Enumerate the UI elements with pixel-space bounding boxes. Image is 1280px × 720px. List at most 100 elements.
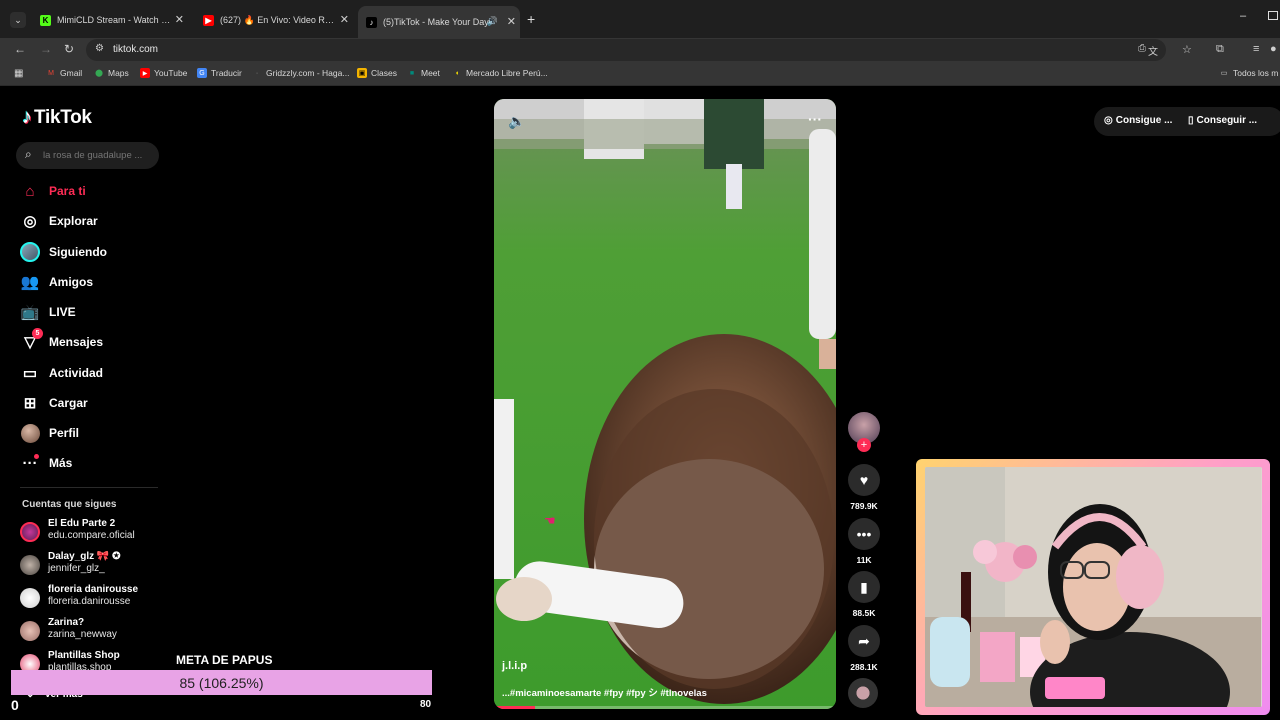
following-name: floreria danirousse: [48, 584, 139, 595]
bookmark-count: 88.5K: [852, 608, 876, 618]
bookmark-gridzzly[interactable]: · Gridzzly.com - Haga...: [252, 68, 350, 78]
nav-cargar[interactable]: ⊞ Cargar: [20, 391, 88, 415]
video-caption[interactable]: ...#micaminoesamarte #fpy #fpy シ #tlnove…: [502, 685, 707, 699]
profile-icon[interactable]: ●: [1270, 43, 1277, 55]
following-handle: edu.compare.oficial: [48, 530, 135, 541]
install-app-icon[interactable]: ⎙: [1138, 43, 1146, 54]
message-badge: 5: [32, 328, 43, 339]
get-coins-button[interactable]: ◎ Consigue ...: [1104, 115, 1172, 126]
nav-label: Más: [49, 456, 73, 470]
follow-plus-icon[interactable]: +: [857, 438, 871, 452]
nav-siguiendo[interactable]: Siguiendo: [20, 240, 107, 264]
gmail-icon: M: [48, 69, 54, 77]
close-tab-icon[interactable]: ✕: [175, 13, 184, 26]
following-avatar-icon: [20, 242, 40, 262]
bookmark-label: Mercado Libre Perú...: [466, 68, 548, 78]
following-item[interactable]: Dalay_glz 🎀 ✪ jennifer_glz_: [20, 551, 121, 575]
goal-max: 80: [420, 699, 432, 710]
video-player[interactable]: 🔈 ··· ☚ j.l.i.p ...#micaminoesamarte #fp…: [494, 99, 836, 709]
reading-list-icon[interactable]: ≡: [1253, 43, 1259, 55]
nav-label: Para ti: [49, 184, 86, 198]
translate-icon: G: [197, 68, 207, 78]
speaker-icon[interactable]: 🔊: [487, 16, 498, 27]
nav-mensajes[interactable]: ▽ 5 Mensajes: [20, 328, 103, 354]
nav-perfil[interactable]: Perfil: [20, 421, 79, 445]
coin-icon: ◎: [1104, 115, 1113, 126]
nav-label: Siguiendo: [49, 245, 107, 259]
maximize-icon[interactable]: [1268, 11, 1278, 20]
bookmarks-bar: ▦ M Gmail ⬤ Maps ▶ YouTube G Traducir · Gridz…: [0, 64, 1280, 86]
nav-label: Actividad: [49, 366, 104, 380]
nav-amigos[interactable]: 👥 Amigos: [20, 270, 93, 294]
search-input[interactable]: [43, 147, 153, 163]
comment-button[interactable]: ••• 11K: [848, 518, 880, 565]
new-tab-button[interactable]: +: [527, 11, 535, 27]
minimize-icon[interactable]: –: [1240, 10, 1246, 22]
friends-icon: 👥: [20, 274, 40, 291]
following-item[interactable]: Zarina? zarina_newway: [20, 617, 117, 641]
video-progress-track[interactable]: [494, 706, 836, 709]
tab-youtube[interactable]: ▶ (627) 🔥 En Vivo: Video Reacción ✕: [203, 8, 353, 32]
reload-icon[interactable]: ↻: [64, 42, 74, 56]
translate-icon[interactable]: 文: [1148, 43, 1158, 58]
goal-title: META DE PAPUS: [176, 653, 273, 667]
site-info-icon[interactable]: ⚙: [95, 43, 104, 54]
tab-tiktok[interactable]: ♪ (5)TikTok - Make Your Day 🔊 ✕: [358, 6, 520, 38]
share-button[interactable]: ➦ 288.1K: [848, 625, 880, 672]
avatar: [20, 555, 40, 575]
nav-actividad[interactable]: ▭ Actividad: [20, 361, 103, 385]
logo-text: TikTok: [34, 106, 92, 128]
share-count: 288.1K: [850, 662, 878, 672]
bookmark-translate[interactable]: G Traducir: [197, 68, 242, 78]
nav-live[interactable]: 📺 LIVE: [20, 300, 76, 324]
comment-icon: •••: [848, 518, 880, 550]
bookmark-meet[interactable]: ■ Meet: [407, 68, 440, 78]
button-label: Conseguir ...: [1196, 115, 1258, 126]
nav-mas[interactable]: ··· Más: [20, 451, 72, 475]
bookmark-button[interactable]: ▮ 88.5K: [848, 571, 880, 618]
address-bar[interactable]: ⚙ tiktok.com ⎙ 文: [86, 39, 1166, 61]
nav-label: Amigos: [49, 275, 94, 289]
close-tab-icon[interactable]: ✕: [340, 13, 349, 26]
more-icon: ···: [22, 454, 39, 472]
volume-icon[interactable]: 🔈: [508, 113, 525, 130]
close-tab-icon[interactable]: ✕: [507, 15, 516, 28]
bookmark-label: Todos los m: [1233, 68, 1279, 78]
sound-disc[interactable]: [848, 678, 880, 708]
get-app-button[interactable]: ▯ Conseguir ...: [1188, 115, 1257, 126]
bookmark-maps[interactable]: ⬤ Maps: [94, 68, 129, 78]
bookmark-star-icon[interactable]: ☆: [1182, 43, 1192, 56]
tab-kick[interactable]: K MimiCLD Stream - Watch Live on ✕: [40, 8, 188, 32]
nav-explorar[interactable]: ◎ Explorar: [20, 209, 97, 233]
video-author[interactable]: j.l.i.p: [502, 660, 527, 672]
mercadolibre-icon: ◖: [454, 69, 460, 77]
apps-grid-icon[interactable]: ▦: [14, 68, 23, 79]
extensions-icon[interactable]: ⧉: [1216, 43, 1224, 56]
classroom-icon: ▣: [357, 68, 367, 78]
bookmark-icon: ▮: [848, 571, 880, 603]
creator-avatar[interactable]: +: [848, 412, 880, 452]
goal-bar: 85 (106.25%): [11, 670, 432, 695]
gridzzly-icon: ·: [255, 69, 259, 77]
tiktok-note-icon: ♪: [22, 106, 32, 128]
nav-para-ti[interactable]: ⌂ Para ti: [20, 179, 86, 203]
back-icon[interactable]: ←: [14, 42, 26, 56]
following-item[interactable]: El Edu Parte 2 edu.compare.oficial: [20, 518, 135, 542]
search-box[interactable]: ⌕: [16, 142, 159, 169]
forward-icon[interactable]: →: [40, 42, 52, 56]
tab-title: (5)TikTok - Make Your Day: [383, 17, 489, 27]
avatar: [20, 522, 40, 542]
bookmark-gmail[interactable]: M Gmail: [46, 68, 82, 78]
bookmark-mercadolibre[interactable]: ◖ Mercado Libre Perú...: [452, 68, 548, 78]
bookmark-clases[interactable]: ▣ Clases: [357, 68, 397, 78]
like-button[interactable]: ♥ 789.9K: [848, 464, 880, 511]
bookmarks-folder[interactable]: ▭ Todos los m: [1219, 68, 1279, 78]
following-item[interactable]: floreria danirousse floreria.danirousse: [20, 584, 138, 608]
more-options-icon[interactable]: ···: [808, 111, 822, 127]
tiktok-logo[interactable]: ♪ TikTok: [22, 106, 92, 129]
url-text[interactable]: tiktok.com: [113, 44, 158, 55]
bookmark-youtube[interactable]: ▶ YouTube: [140, 68, 187, 78]
tab-search-button[interactable]: ⌄: [10, 12, 26, 28]
avatar: [20, 588, 40, 608]
heart-icon: ♥: [848, 464, 880, 496]
